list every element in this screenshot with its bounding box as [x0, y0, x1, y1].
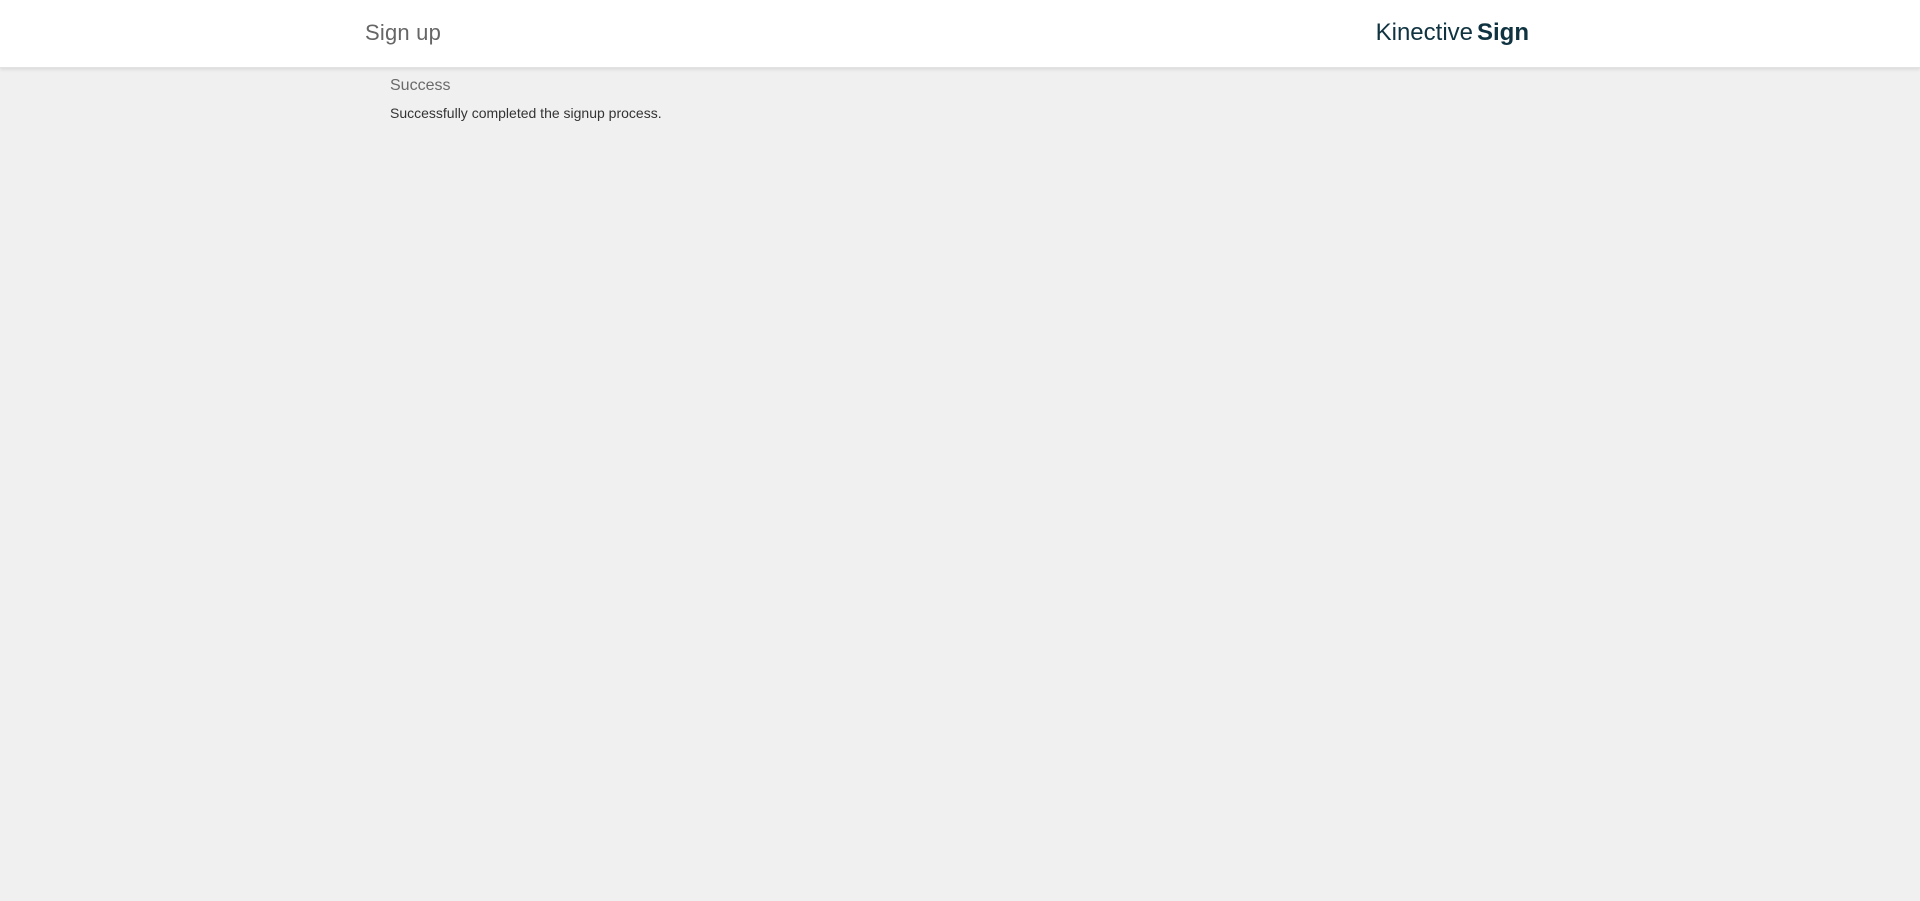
main-content: Success Successfully completed the signu… [390, 76, 662, 122]
status-message: Successfully completed the signup proces… [390, 105, 662, 121]
brand-name-light: Kinective [1375, 19, 1473, 46]
top-header: Sign up Kinective Sign [0, 0, 1920, 68]
status-heading: Success [390, 77, 451, 94]
page-title: Sign up [365, 20, 442, 45]
brand-logo: Kinective Sign [1376, 19, 1529, 47]
brand-name-bold: Sign [1477, 19, 1529, 46]
